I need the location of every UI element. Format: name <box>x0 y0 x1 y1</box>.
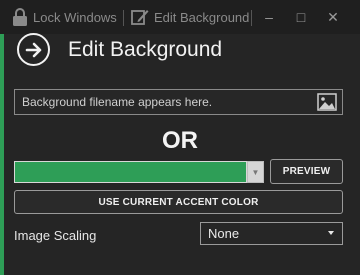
lock-windows-label: Lock Windows <box>33 9 117 25</box>
background-filename-field[interactable]: Background filename appears here. <box>14 89 343 115</box>
preview-button-label: PREVIEW <box>282 166 331 177</box>
chevron-down-icon: ▼ <box>251 167 260 177</box>
page-title: Edit Background <box>68 38 223 61</box>
titlebar-divider-2 <box>251 10 252 26</box>
title-bar: Lock Windows Edit Background – □ ✕ <box>0 0 360 34</box>
image-scaling-value: None <box>208 226 240 241</box>
titlebar-divider <box>123 10 124 26</box>
maximize-button[interactable]: □ <box>286 0 316 34</box>
edit-background-label: Edit Background <box>154 9 250 25</box>
lock-windows-button[interactable]: Lock Windows <box>12 0 117 34</box>
back-arrow-icon <box>25 42 41 57</box>
filename-placeholder: Background filename appears here. <box>22 95 213 109</box>
use-accent-color-label: USE CURRENT ACCENT COLOR <box>98 196 259 208</box>
chevron-down-icon <box>328 231 334 235</box>
use-accent-color-button[interactable]: USE CURRENT ACCENT COLOR <box>14 190 343 214</box>
image-scaling-label: Image Scaling <box>14 228 97 243</box>
image-scaling-select[interactable]: None <box>200 222 343 245</box>
minimize-icon: – <box>265 9 273 25</box>
color-picker-swatch[interactable] <box>14 161 247 183</box>
color-dropdown-button[interactable]: ▼ <box>247 161 264 183</box>
lock-icon <box>12 8 28 26</box>
preview-button[interactable]: PREVIEW <box>270 159 343 184</box>
maximize-icon: □ <box>296 9 306 25</box>
edit-icon <box>131 8 149 26</box>
close-icon: ✕ <box>327 8 339 25</box>
image-icon[interactable] <box>317 93 337 116</box>
back-button[interactable] <box>17 33 50 66</box>
close-button[interactable]: ✕ <box>318 0 348 34</box>
or-divider: OR <box>162 127 198 154</box>
minimize-button[interactable]: – <box>254 0 284 34</box>
edit-background-button[interactable]: Edit Background <box>131 0 249 34</box>
